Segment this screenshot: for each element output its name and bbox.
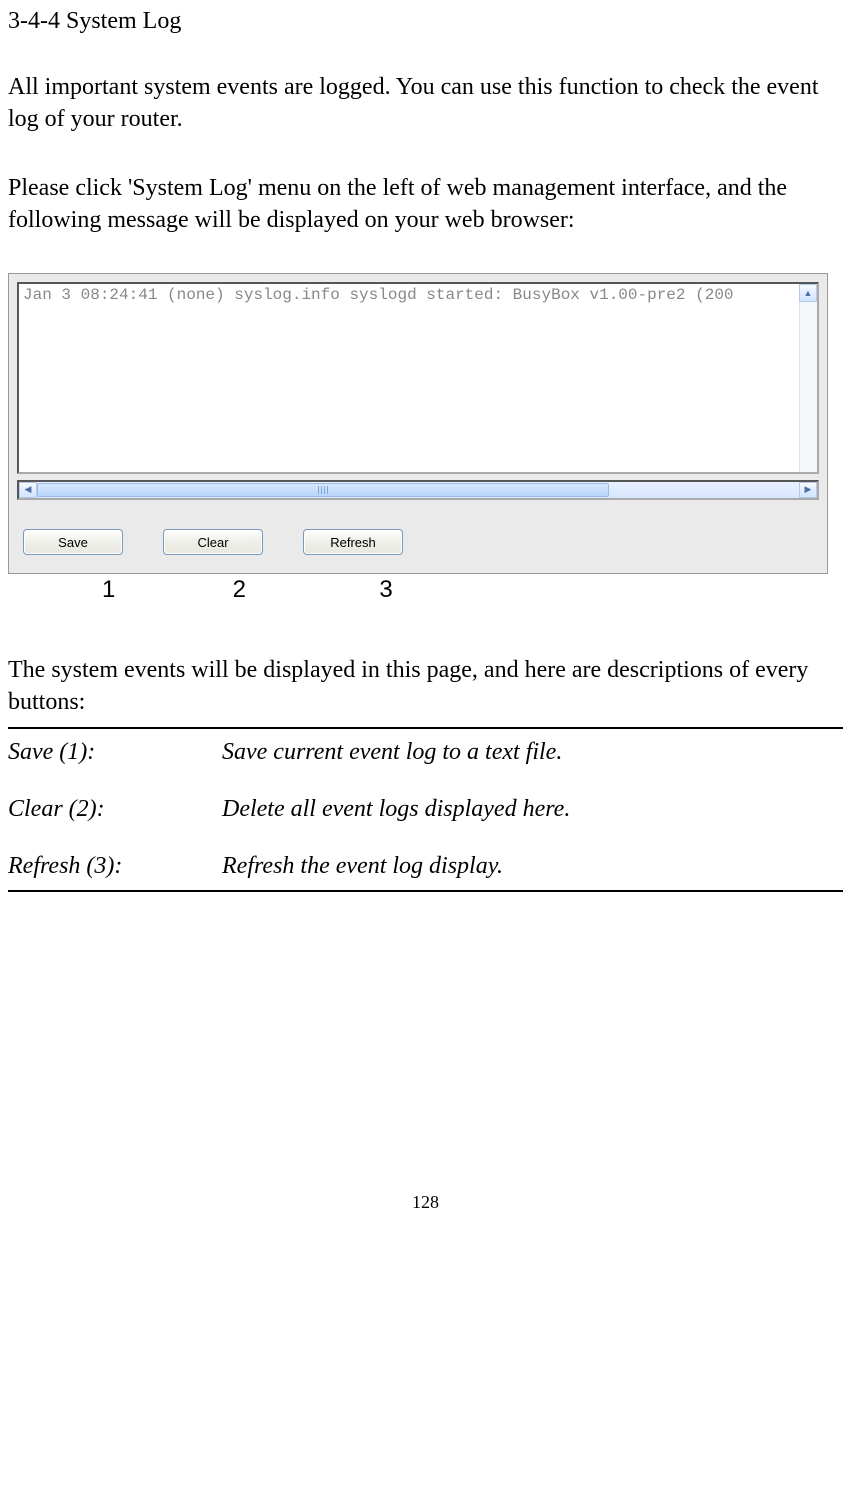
intro-paragraph-2: Please click 'System Log' menu on the le… <box>8 172 843 237</box>
scroll-right-button[interactable]: ▶ <box>799 482 817 498</box>
clear-button[interactable]: Clear <box>163 529 263 555</box>
log-line: Jan 3 08:24:41 (none) syslog.info syslog… <box>19 284 817 306</box>
vertical-scrollbar-track[interactable] <box>799 302 817 472</box>
button-description-table: Save (1): Save current event log to a te… <box>8 727 843 892</box>
desc-refresh-text: Refresh the event log display. <box>222 853 503 880</box>
system-log-screenshot: Jan 3 08:24:41 (none) syslog.info syslog… <box>8 273 828 574</box>
desc-refresh-label: Refresh (3): <box>8 853 222 880</box>
desc-row-clear: Clear (2): Delete all event logs display… <box>8 796 843 823</box>
save-button[interactable]: Save <box>23 529 123 555</box>
desc-save-label: Save (1): <box>8 739 222 766</box>
desc-clear-label: Clear (2): <box>8 796 222 823</box>
page-number: 128 <box>8 1192 843 1213</box>
intro-paragraph-1: All important system events are logged. … <box>8 71 843 136</box>
horizontal-scrollbar-thumb[interactable] <box>37 483 609 497</box>
thumb-grip-icon <box>318 486 328 494</box>
log-textarea[interactable]: Jan 3 08:24:41 (none) syslog.info syslog… <box>17 282 819 474</box>
horizontal-scrollbar[interactable]: ◀ ▶ <box>17 480 819 500</box>
desc-save-text: Save current event log to a text file. <box>222 739 562 766</box>
refresh-button[interactable]: Refresh <box>303 529 403 555</box>
label-1: 1 <box>102 576 226 604</box>
button-number-labels: 1 2 3 <box>8 576 843 604</box>
desc-row-refresh: Refresh (3): Refresh the event log displ… <box>8 853 843 880</box>
scroll-up-button[interactable]: ▲ <box>799 284 817 302</box>
section-heading: 3-4-4 System Log <box>8 8 843 35</box>
description-intro: The system events will be displayed in t… <box>8 654 843 719</box>
desc-clear-text: Delete all event logs displayed here. <box>222 796 570 823</box>
label-2: 2 <box>233 576 373 604</box>
horizontal-scrollbar-track[interactable] <box>37 482 799 498</box>
scroll-left-button[interactable]: ◀ <box>19 482 37 498</box>
label-3: 3 <box>379 576 392 604</box>
desc-row-save: Save (1): Save current event log to a te… <box>8 739 843 766</box>
button-row: Save Clear Refresh <box>9 508 827 573</box>
